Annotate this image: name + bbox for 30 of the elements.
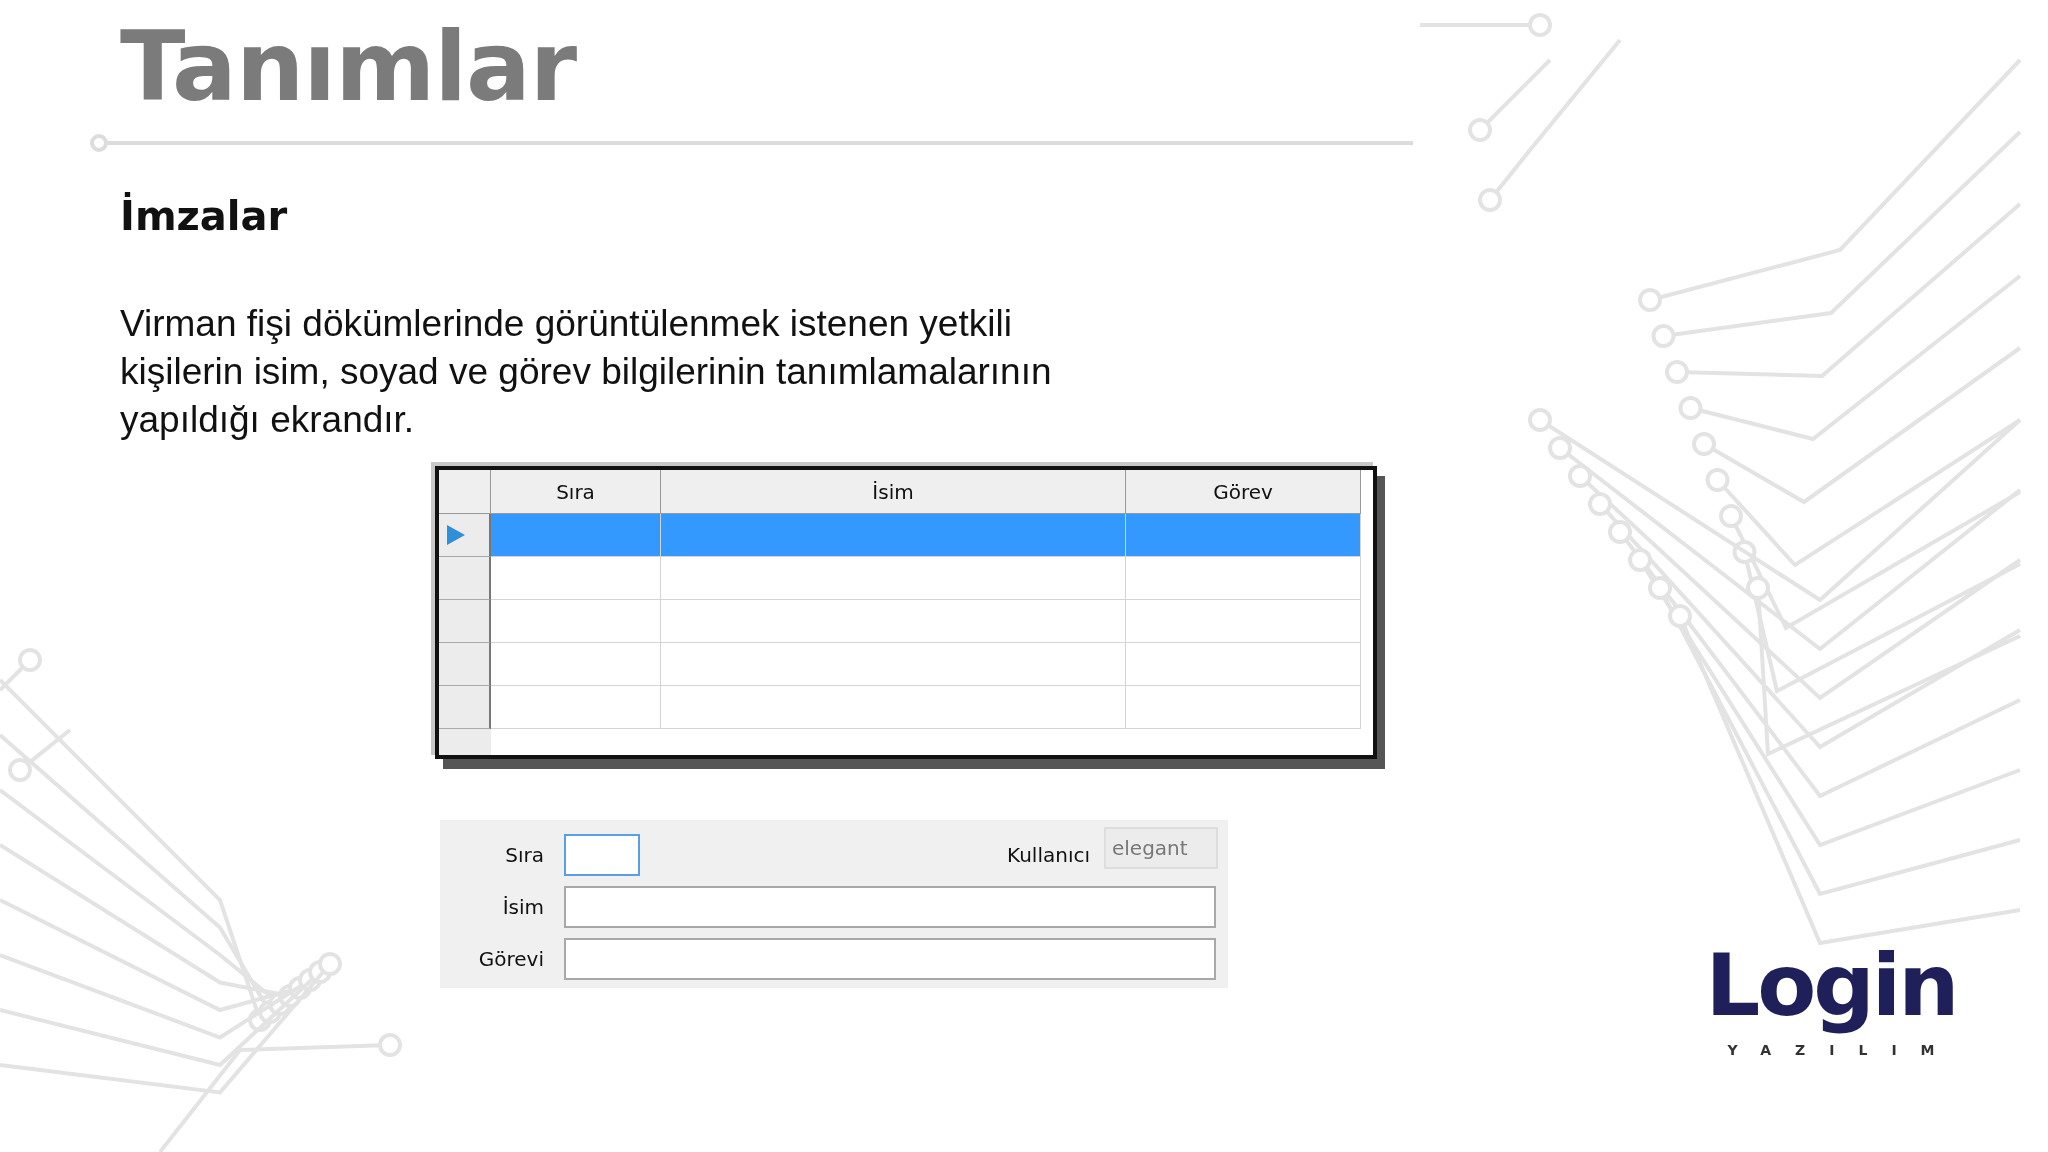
input-field[interactable]	[564, 938, 1216, 980]
field-label: Sıra	[504, 843, 545, 867]
selected-cell[interactable]	[491, 514, 661, 557]
selected-cell[interactable]	[661, 514, 1126, 557]
table-cell[interactable]	[1126, 643, 1361, 686]
table-cell[interactable]	[491, 686, 661, 729]
table-cell[interactable]	[1126, 686, 1361, 729]
table-cell[interactable]	[1126, 600, 1361, 643]
column-header[interactable]: Görev	[1126, 470, 1361, 514]
description-text: Virman fişi dökümlerinde görüntülenmek istenen yetkili kişilerin isim, soyad ve görev bilgilerinin tanımlamalarının yapıldığı ekrandır.	[120, 302, 1053, 442]
table-cell[interactable]	[491, 600, 661, 643]
table-cell[interactable]	[491, 557, 661, 600]
field-label: Kullanıcı	[1007, 843, 1091, 867]
column-header[interactable]: İsim	[661, 470, 1126, 514]
table-cell[interactable]	[661, 557, 1126, 600]
table-cell[interactable]	[661, 643, 1126, 686]
table-cell[interactable]	[661, 686, 1126, 729]
table-cell[interactable]	[1126, 557, 1361, 600]
section-heading: İmzalar	[120, 191, 289, 241]
input-field[interactable]	[564, 886, 1216, 928]
corner-cell	[439, 470, 491, 514]
field-label: İsim	[501, 895, 545, 919]
table-cell[interactable]	[491, 643, 661, 686]
column-header[interactable]: Sıra	[491, 470, 661, 514]
input-field[interactable]	[564, 834, 640, 876]
slide-title: Tanımlar	[120, 12, 578, 122]
field-label: Görevi	[477, 947, 545, 971]
table-cell[interactable]	[661, 600, 1126, 643]
selected-cell[interactable]	[1126, 514, 1361, 557]
brand-tagline: YAZILIM	[1727, 1042, 1959, 1058]
